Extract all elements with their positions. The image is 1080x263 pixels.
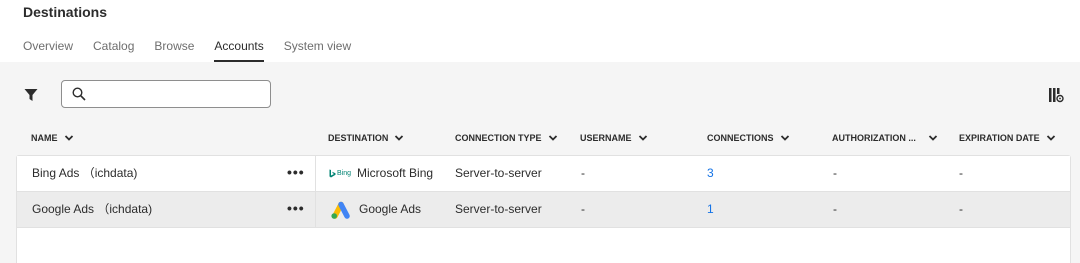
expiration-date: - [959, 166, 963, 180]
username: - [581, 202, 585, 216]
authorization: - [833, 166, 837, 180]
page-header: Destinations Overview Catalog Browse Acc… [0, 0, 1080, 62]
column-header-connection-type[interactable]: CONNECTION TYPE [455, 133, 558, 143]
search-input[interactable] [92, 84, 262, 104]
search-icon [72, 87, 86, 101]
destination-name: Microsoft Bing [357, 166, 434, 180]
column-header-username[interactable]: USERNAME [580, 133, 648, 143]
chevron-down-icon [548, 135, 557, 141]
chevron-down-icon [780, 135, 789, 141]
bing-icon [329, 169, 336, 178]
tab-overview[interactable]: Overview [23, 38, 73, 62]
column-settings-icon[interactable] [1048, 87, 1064, 103]
tab-accounts[interactable]: Accounts [214, 38, 264, 62]
bing-logo: Bing [329, 156, 351, 191]
chevron-down-icon [1046, 135, 1055, 141]
more-actions-icon[interactable]: ••• [287, 156, 305, 191]
destination-name: Google Ads [359, 202, 422, 216]
filter-icon[interactable] [24, 88, 38, 102]
accounts-table: Bing Ads （ichdata) ••• Bing Microsoft Bi… [16, 155, 1071, 263]
tab-browse[interactable]: Browse [154, 38, 194, 62]
search-field[interactable] [61, 80, 271, 108]
connection-type: Server-to-server [455, 166, 542, 180]
connections-link[interactable]: 3 [707, 156, 714, 191]
column-header-name[interactable]: NAME [31, 133, 74, 143]
authorization: - [833, 202, 837, 216]
column-header-expiration-date[interactable]: EXPIRATION DATE [959, 133, 1056, 143]
google-ads-logo [331, 201, 350, 219]
chevron-down-icon [64, 135, 73, 141]
page-title: Destinations [23, 4, 108, 20]
tab-system-view[interactable]: System view [284, 38, 351, 62]
tab-catalog[interactable]: Catalog [93, 38, 134, 62]
account-name: Google Ads （ichdata) [32, 202, 153, 216]
account-name: Bing Ads （ichdata) [32, 166, 138, 180]
username: - [581, 166, 585, 180]
chevron-down-icon [928, 135, 937, 141]
connections-link[interactable]: 1 [707, 192, 714, 227]
table-row[interactable]: Google Ads （ichdata) ••• Google Ads Serv… [17, 192, 1070, 228]
chevron-down-icon [638, 135, 647, 141]
column-divider [315, 156, 316, 191]
destination-cell: Bing Microsoft Bing [329, 156, 433, 191]
more-actions-icon[interactable]: ••• [287, 192, 305, 227]
column-header-authorization[interactable]: AUTHORIZATION ... [832, 133, 938, 143]
column-header-connections[interactable]: CONNECTIONS [707, 133, 790, 143]
column-divider [315, 192, 316, 227]
destination-cell: Google Ads [329, 192, 421, 227]
expiration-date: - [959, 202, 963, 216]
table-row[interactable]: Bing Ads （ichdata) ••• Bing Microsoft Bi… [17, 156, 1070, 192]
tab-bar: Overview Catalog Browse Accounts System … [23, 38, 371, 62]
chevron-down-icon [395, 135, 404, 141]
column-header-destination[interactable]: DESTINATION [328, 133, 404, 143]
connection-type: Server-to-server [455, 202, 542, 216]
